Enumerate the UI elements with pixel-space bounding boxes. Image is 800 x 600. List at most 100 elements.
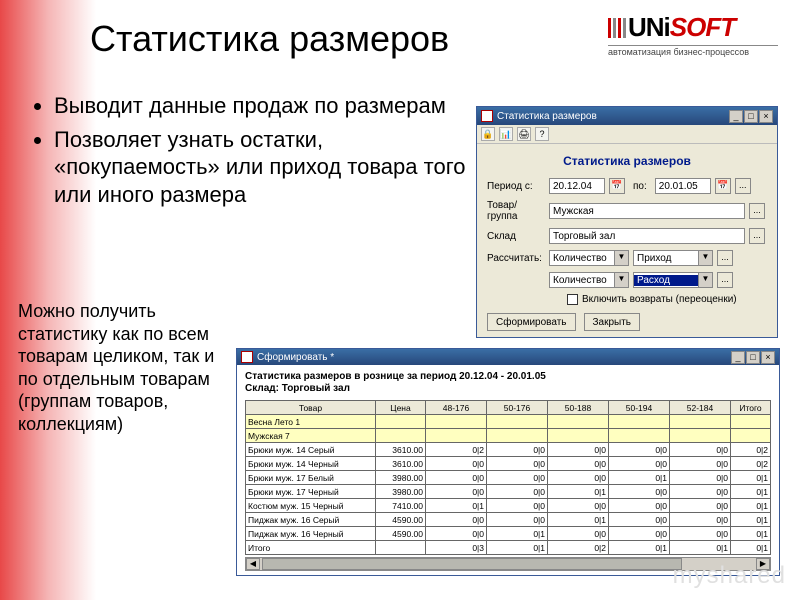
calc-quantity-1-select[interactable]: Количество ▼ xyxy=(549,250,629,266)
table-cell: Пиджак муж. 16 Черный xyxy=(246,527,376,541)
table-cell: Пиджак муж. 16 Серый xyxy=(246,513,376,527)
table-cell xyxy=(731,415,771,429)
scroll-left-icon[interactable]: ◀ xyxy=(246,558,260,570)
scroll-thumb[interactable] xyxy=(262,558,682,570)
table-cell xyxy=(426,415,487,429)
returns-checkbox-label: Включить возвраты (переоценки) xyxy=(582,294,737,305)
table-cell: 0|1 xyxy=(548,485,609,499)
table-cell: 0|0 xyxy=(548,527,609,541)
table-cell xyxy=(487,415,548,429)
table-row[interactable]: Мужская 7 xyxy=(246,429,771,443)
logo-subtitle: автоматизация бизнес-процессов xyxy=(608,45,778,57)
table-cell: 0|1 xyxy=(731,527,771,541)
lock-icon[interactable]: 🔒 xyxy=(481,127,495,141)
table-cell: 3980.00 xyxy=(376,485,426,499)
close-dialog-button[interactable]: Закрыть xyxy=(584,313,641,331)
dialog-title-bar[interactable]: Статистика размеров _ □ × xyxy=(477,107,777,125)
dialog-title: Статистика размеров xyxy=(497,111,729,122)
column-header[interactable]: 50-188 xyxy=(548,401,609,415)
table-cell: 0|0 xyxy=(548,499,609,513)
table-cell: 0|1 xyxy=(731,499,771,513)
warehouse-input[interactable] xyxy=(549,228,745,244)
table-cell: 0|0 xyxy=(548,443,609,457)
column-header[interactable]: 48-176 xyxy=(426,401,487,415)
period-more-button[interactable]: ... xyxy=(735,178,751,194)
date-from-input[interactable] xyxy=(549,178,605,194)
calc-more-1-button[interactable]: ... xyxy=(717,250,733,266)
table-row[interactable]: Пиджак муж. 16 Серый4590.000|00|00|10|00… xyxy=(246,513,771,527)
table-cell: 0|1 xyxy=(731,485,771,499)
calc-direction-1-select[interactable]: Приход ▼ xyxy=(633,250,713,266)
close-button[interactable]: × xyxy=(761,351,775,364)
table-row[interactable]: Пиджак муж. 16 Черный4590.000|00|10|00|0… xyxy=(246,527,771,541)
table-cell: 0|1 xyxy=(731,541,771,555)
table-cell: 0|1 xyxy=(487,527,548,541)
table-cell: Брюки муж. 14 Серый xyxy=(246,443,376,457)
calc-quantity-2-select[interactable]: Количество ▼ xyxy=(549,272,629,288)
table-row[interactable]: Брюки муж. 17 Черный3980.000|00|00|10|00… xyxy=(246,485,771,499)
table-cell: 0|0 xyxy=(670,443,731,457)
maximize-button[interactable]: □ xyxy=(746,351,760,364)
period-label: Период с: xyxy=(487,181,545,192)
stats-dialog: Статистика размеров _ □ × 🔒 📊 🖨 ? Статис… xyxy=(476,106,778,338)
column-header[interactable]: Итого xyxy=(731,401,771,415)
table-cell: Брюки муж. 17 Черный xyxy=(246,485,376,499)
result-title-bar[interactable]: Сформировать * _ □ × xyxy=(237,349,779,365)
calendar-from-button[interactable]: 📅 xyxy=(609,178,625,194)
minimize-button[interactable]: _ xyxy=(729,110,743,123)
table-cell: 3610.00 xyxy=(376,457,426,471)
table-row[interactable]: Брюки муж. 17 Белый3980.000|00|00|00|10|… xyxy=(246,471,771,485)
table-cell: 0|0 xyxy=(670,513,731,527)
table-row[interactable]: Брюки муж. 14 Черный3610.000|00|00|00|00… xyxy=(246,457,771,471)
table-cell: 0|0 xyxy=(426,485,487,499)
returns-checkbox[interactable] xyxy=(567,294,578,305)
table-cell: 4590.00 xyxy=(376,527,426,541)
table-cell: 0|0 xyxy=(609,513,670,527)
warehouse-more-button[interactable]: ... xyxy=(749,228,765,244)
minimize-button[interactable]: _ xyxy=(731,351,745,364)
calendar-to-button[interactable]: 📅 xyxy=(715,178,731,194)
chart-icon[interactable]: 📊 xyxy=(499,127,513,141)
table-cell: 3980.00 xyxy=(376,471,426,485)
result-heading-1: Статистика размеров в рознице за период … xyxy=(245,371,771,382)
table-cell: 0|0 xyxy=(670,499,731,513)
table-cell xyxy=(548,415,609,429)
table-cell: Брюки муж. 17 Белый xyxy=(246,471,376,485)
table-cell: 0|1 xyxy=(731,471,771,485)
table-cell xyxy=(670,415,731,429)
paragraph: Можно получить статистику как по всем то… xyxy=(18,300,228,435)
form-button[interactable]: Сформировать xyxy=(487,313,576,331)
table-cell: 0|0 xyxy=(609,499,670,513)
group-input[interactable] xyxy=(549,203,745,219)
table-cell: 0|0 xyxy=(670,457,731,471)
table-cell: 0|2 xyxy=(426,443,487,457)
table-row[interactable]: Весна Лето 1 xyxy=(246,415,771,429)
table-cell xyxy=(670,429,731,443)
table-cell: 0|0 xyxy=(487,443,548,457)
bullet-item: Выводит данные продаж по размерам xyxy=(54,92,470,120)
table-row[interactable]: Итого0|30|10|20|10|10|1 xyxy=(246,541,771,555)
help-icon[interactable]: ? xyxy=(535,127,549,141)
select-value: Приход xyxy=(634,253,698,264)
column-header[interactable]: 50-176 xyxy=(487,401,548,415)
date-to-input[interactable] xyxy=(655,178,711,194)
column-header[interactable]: 50-194 xyxy=(609,401,670,415)
chevron-down-icon: ▼ xyxy=(698,273,712,287)
table-cell: Весна Лето 1 xyxy=(246,415,376,429)
column-header[interactable]: Цена xyxy=(376,401,426,415)
table-cell: Брюки муж. 14 Черный xyxy=(246,457,376,471)
close-button[interactable]: × xyxy=(759,110,773,123)
to-label: по: xyxy=(633,181,647,192)
group-more-button[interactable]: ... xyxy=(749,203,765,219)
app-icon xyxy=(241,351,253,363)
table-cell: Костюм муж. 15 Черный xyxy=(246,499,376,513)
table-row[interactable]: Брюки муж. 14 Серый3610.000|20|00|00|00|… xyxy=(246,443,771,457)
select-value: Количество xyxy=(550,253,614,264)
calc-more-2-button[interactable]: ... xyxy=(717,272,733,288)
calc-direction-2-select[interactable]: Расход ▼ xyxy=(633,272,713,288)
column-header[interactable]: Товар xyxy=(246,401,376,415)
column-header[interactable]: 52-184 xyxy=(670,401,731,415)
maximize-button[interactable]: □ xyxy=(744,110,758,123)
table-row[interactable]: Костюм муж. 15 Черный7410.000|10|00|00|0… xyxy=(246,499,771,513)
print-icon[interactable]: 🖨 xyxy=(517,127,531,141)
